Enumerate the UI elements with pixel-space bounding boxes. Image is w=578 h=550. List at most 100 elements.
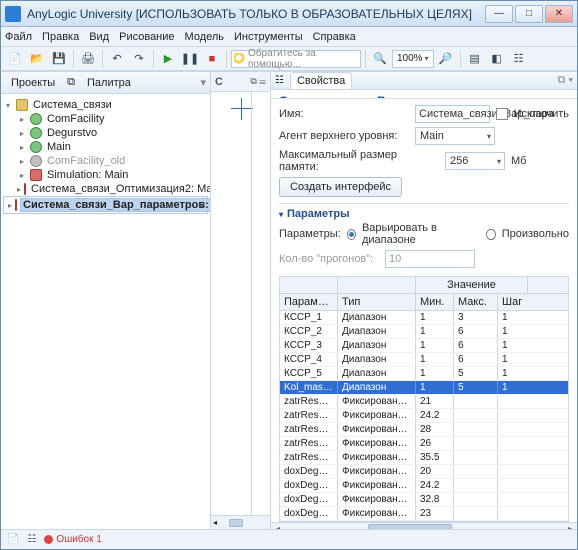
zoom-level[interactable]: 100% ▾ [392,50,434,68]
mem-select[interactable]: 256 [445,152,505,170]
cell-p: zatrResCC4 [280,437,338,450]
cell-p: КССР_2 [280,325,338,338]
class-icon [30,155,42,167]
cell-step [498,479,528,492]
menu-edit[interactable]: Правка [42,31,79,43]
table-row[interactable]: zatrResCC5Фиксированный35.5 [280,451,568,465]
table-row[interactable]: КССР_4Диапазон161 [280,353,568,367]
project-tree[interactable]: ▾ Система_связи ▸ComFacility▸Degurstvo▸M… [1,94,210,529]
align-button[interactable]: ▤ [465,49,485,69]
new-button[interactable]: 📄 [5,49,25,69]
name-input[interactable]: Система_связи_Вар_пара [415,105,490,123]
col-step[interactable]: Шаг [498,294,528,310]
editor-tab[interactable]: C [215,76,223,88]
properties-hscroll[interactable]: ◂▸ [271,522,577,529]
tree-item[interactable]: ▸Degurstvo [3,126,208,140]
menu-file[interactable]: Файл [5,31,32,43]
undo-button[interactable]: ↶ [107,49,127,69]
redo-button[interactable]: ↷ [129,49,149,69]
table-row[interactable]: doxDegCC1Фиксированный20 [280,465,568,479]
experiment-icon [24,183,26,195]
cell-step: 1 [498,381,528,394]
radio-range[interactable] [347,229,356,240]
table-row[interactable]: doxDegCC2Фиксированный24.2 [280,479,568,493]
tree-item[interactable]: ▸Система_связи_Вар_параметров: Main [3,196,208,214]
toolbar: 📄 📂 💾 🖨 ↶ ↷ ▶ ❚❚ ■ Обратитесь за помощью… [1,47,577,71]
menu-bar: Файл Правка Вид Рисование Модель Инструм… [1,27,577,47]
cell-t: Фиксированный [338,465,416,478]
menu-model[interactable]: Модель [185,31,224,43]
close-button[interactable]: ✕ [545,5,573,23]
table-row[interactable]: КССР_1Диапазон131 [280,311,568,325]
panel-close-icon[interactable]: ▾ [200,76,206,89]
tree-item-label: Main [45,141,73,153]
options-button[interactable]: ☷ [509,49,529,69]
table-row[interactable]: Kol_masterДиапазон151 [280,381,568,395]
col-max[interactable]: Макс. [454,294,498,310]
color-button[interactable]: ◧ [487,49,507,69]
cell-min: 21 [416,395,454,408]
cell-step: 1 [498,353,528,366]
table-row[interactable]: zatrResCC2Фиксированный24.2 [280,409,568,423]
table-row[interactable]: zatrResCC3Фиксированный28 [280,423,568,437]
editor-hscroll[interactable]: ◂ [211,515,270,529]
panel-menu-icon[interactable]: ⧉ ▾ [557,74,573,87]
tree-root[interactable]: ▾ Система_связи [3,98,208,112]
menu-tools[interactable]: Инструменты [234,31,303,43]
save-button[interactable]: 💾 [49,49,69,69]
table-row[interactable]: КССР_5Диапазон151 [280,367,568,381]
tree-item[interactable]: ▸Simulation: Main [3,168,208,182]
cell-max: 6 [454,353,498,366]
exclude-checkbox[interactable] [496,108,508,120]
cell-step [498,465,528,478]
col-min[interactable]: Мин. [416,294,454,310]
radio-free[interactable] [486,229,495,240]
tab-palette[interactable]: Палитра [81,75,137,91]
table-row[interactable]: zatrResCC1Фиксированный21 [280,395,568,409]
tab-projects[interactable]: Проекты [5,75,61,91]
build-ui-button[interactable]: Создать интерфейс [279,177,402,197]
parameters-table[interactable]: Значение Параметр Тип Мин. Макс. Шаг КСС… [279,276,569,522]
maximize-button[interactable]: □ [515,5,543,23]
tree-item[interactable]: ▸Система_связи_Оптимизация2: Main [3,182,208,196]
minimize-button[interactable]: — [485,5,513,23]
help-search-input[interactable]: Обратитесь за помощью... [231,50,361,68]
editor-canvas[interactable] [211,92,270,515]
errors-indicator[interactable]: Ошибок 1 [44,534,101,545]
stop-button[interactable]: ■ [202,49,222,69]
cell-min: 35.5 [416,451,454,464]
pause-button[interactable]: ❚❚ [180,49,200,69]
top-agent-label: Агент верхнего уровня: [279,130,409,142]
runs-input[interactable]: 10 [385,250,475,268]
tree-item[interactable]: ▸ComFacility_old [3,154,208,168]
cell-step [498,423,528,436]
table-row[interactable]: КССР_3Диапазон161 [280,339,568,353]
cell-max [454,437,498,450]
table-row[interactable]: zatrResCC4Фиксированный26 [280,437,568,451]
cell-t: Фиксированный [338,409,416,422]
col-type[interactable]: Тип [338,294,416,310]
menu-view[interactable]: Вид [89,31,109,43]
cell-max [454,493,498,506]
cell-p: КССР_3 [280,339,338,352]
tree-item[interactable]: ▸Main [3,140,208,154]
menu-draw[interactable]: Рисование [119,31,174,43]
table-row[interactable]: doxDegCC4Фиксированный23 [280,507,568,521]
open-button[interactable]: 📂 [27,49,47,69]
top-agent-select[interactable]: Main [415,127,495,145]
cell-min: 1 [416,339,454,352]
menu-help[interactable]: Справка [313,31,356,43]
cell-t: Фиксированный [338,479,416,492]
tab-properties[interactable]: Свойства [290,72,352,89]
cell-max: 5 [454,367,498,380]
section-parameters[interactable]: Параметры [287,208,349,220]
zoom-in-button[interactable]: 🔎 [436,49,456,69]
zoom-out-button[interactable]: 🔍 [370,49,390,69]
table-row[interactable]: doxDegCC3Фиксированный32.8 [280,493,568,507]
col-parameter[interactable]: Параметр [280,294,338,310]
table-row[interactable]: КССР_2Диапазон161 [280,325,568,339]
run-button[interactable]: ▶ [158,49,178,69]
tree-item[interactable]: ▸ComFacility [3,112,208,126]
tree-item-label: ComFacility [45,113,106,125]
print-button[interactable]: 🖨 [78,49,98,69]
